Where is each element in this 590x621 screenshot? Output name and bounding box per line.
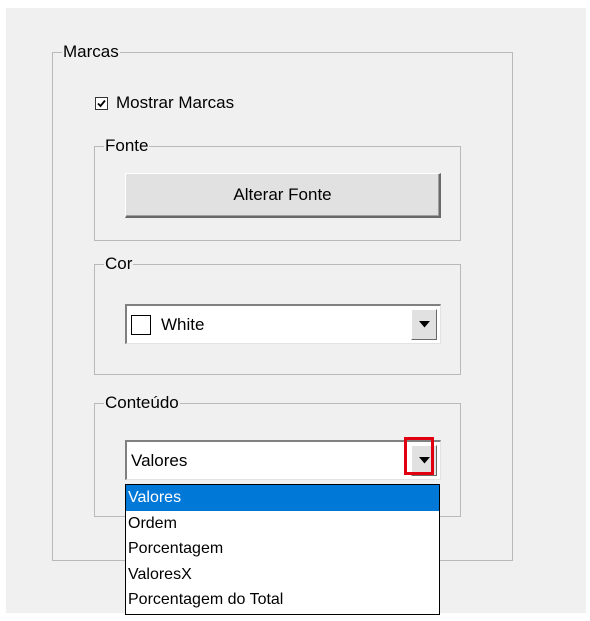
dropdown-option-ordem[interactable]: Ordem bbox=[126, 511, 439, 537]
conteudo-group-label: Conteúdo bbox=[104, 393, 180, 413]
color-select-text: White bbox=[161, 314, 205, 334]
content-select-text: Valores bbox=[131, 450, 188, 470]
color-select[interactable]: White bbox=[125, 304, 441, 344]
dropdown-option-porcentagem[interactable]: Porcentagem bbox=[126, 536, 439, 562]
chevron-down-icon bbox=[418, 321, 430, 328]
dropdown-option-valoresx[interactable]: ValoresX bbox=[126, 562, 439, 588]
content-dropdown-list[interactable]: Valores Ordem Porcentagem ValoresX Porce… bbox=[125, 484, 440, 615]
show-marks-checkbox-row[interactable]: Mostrar Marcas bbox=[95, 92, 234, 114]
content-select-value: Valores bbox=[131, 442, 187, 479]
fonte-group-label: Fonte bbox=[104, 136, 150, 156]
content-select[interactable]: Valores bbox=[125, 440, 441, 480]
cor-group-label: Cor bbox=[104, 254, 134, 274]
dropdown-arrow-highlight bbox=[404, 437, 434, 475]
color-swatch bbox=[131, 314, 151, 335]
show-marks-label: Mostrar Marcas bbox=[116, 93, 235, 112]
change-font-button[interactable]: Alterar Fonte bbox=[125, 173, 441, 218]
checkmark-icon bbox=[97, 99, 106, 107]
color-select-value: White bbox=[131, 306, 204, 343]
dropdown-option-porcentagem-do-total[interactable]: Porcentagem do Total bbox=[126, 587, 439, 613]
marcas-group-label: Marcas bbox=[62, 42, 120, 62]
color-select-arrow[interactable] bbox=[411, 309, 437, 340]
show-marks-checkbox[interactable] bbox=[95, 96, 108, 110]
dropdown-option-valores[interactable]: Valores bbox=[126, 485, 439, 511]
